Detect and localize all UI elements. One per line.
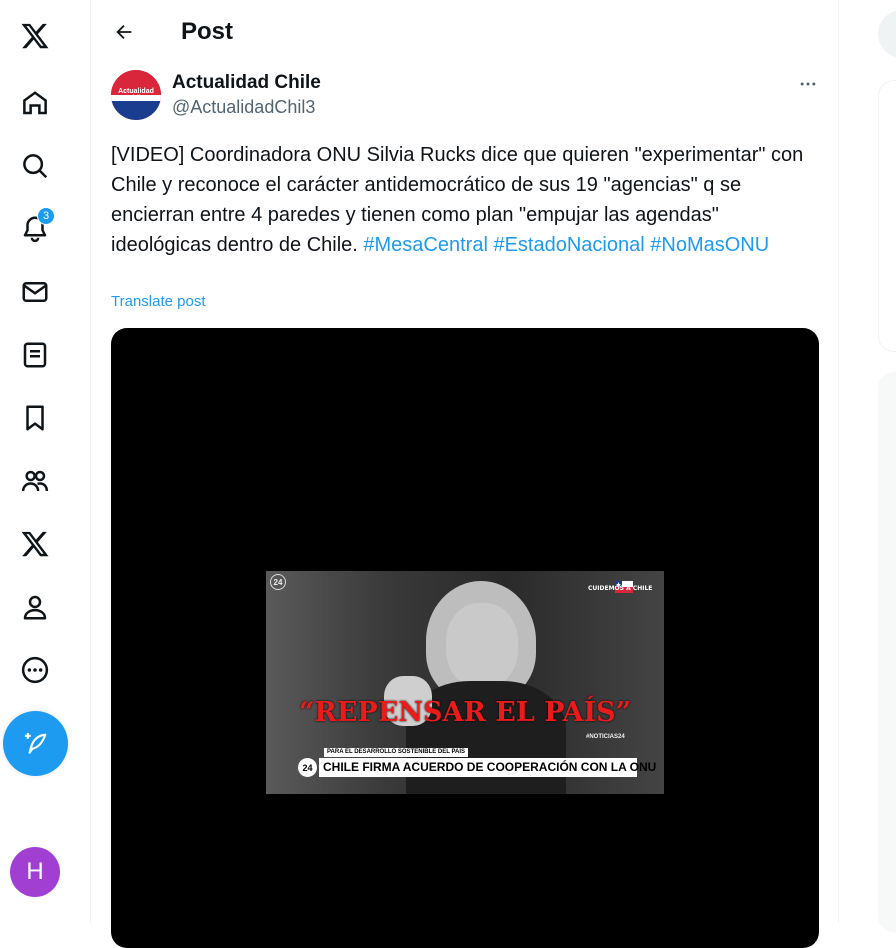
right-card: [878, 80, 896, 352]
author-avatar[interactable]: Actualidad Chile: [111, 70, 161, 120]
post-text: [VIDEO] Coordinadora ONU Silvia Rucks di…: [111, 140, 823, 260]
lower-third-title: CHILE FIRMA ACUERDO DE COOPERACIÓN CON L…: [319, 758, 656, 777]
author-display-name[interactable]: Actualidad Chile: [172, 72, 321, 94]
lower-third-kicker: PARA EL DESARROLLO SOSTENIBLE DEL PAÍS: [324, 748, 469, 757]
account-avatar[interactable]: H: [10, 847, 60, 897]
profile-icon[interactable]: [14, 586, 56, 628]
page-title: Post: [181, 18, 234, 45]
communities-icon[interactable]: [14, 460, 56, 502]
watermark-text: CUIDEMOS A CHILE: [588, 585, 653, 592]
search-input[interactable]: [878, 10, 896, 58]
hashtag-link[interactable]: #EstadoNacional: [493, 234, 644, 256]
explore-icon[interactable]: [14, 145, 56, 187]
left-sidebar: 3 H: [0, 0, 91, 923]
feather-plus-icon: [24, 732, 46, 754]
avatar-logo-text: Actualidad Chile: [118, 88, 154, 102]
author-handle[interactable]: @ActualidadChil3: [172, 97, 315, 118]
hashtag-link[interactable]: #NoMasONU: [650, 234, 769, 256]
video-frame: 24 CUIDEMOS A CHILE “REPENSAR EL PAÍS” #…: [266, 571, 664, 794]
lists-icon[interactable]: [14, 334, 56, 376]
page-header: Post: [91, 0, 839, 64]
lower-third-logo: 24: [298, 758, 317, 777]
bookmarks-icon[interactable]: [14, 397, 56, 439]
premium-x-icon[interactable]: [14, 523, 56, 565]
more-options-icon[interactable]: [14, 649, 56, 691]
messages-icon[interactable]: [14, 271, 56, 313]
notification-count-badge: 3: [37, 207, 55, 225]
post-more-icon[interactable]: [794, 70, 822, 98]
video-headline: “REPENSAR EL PAÍS”: [298, 697, 632, 728]
right-card: [878, 372, 896, 932]
channel-badge: 24: [270, 574, 286, 590]
translate-post-link[interactable]: Translate post: [111, 293, 206, 310]
main-column: Post Actualidad Chile Actualidad Chile @…: [91, 0, 839, 948]
x-logo-icon[interactable]: [14, 15, 56, 57]
hashtag-link[interactable]: #MesaCentral: [363, 234, 488, 256]
video-player[interactable]: 24 CUIDEMOS A CHILE “REPENSAR EL PAÍS” #…: [111, 328, 819, 948]
compose-post-button[interactable]: [3, 711, 68, 776]
back-arrow-icon[interactable]: [109, 17, 139, 47]
video-hashtag: #NOTICIAS24: [586, 734, 625, 740]
home-icon[interactable]: [14, 82, 56, 124]
right-sidebar: [839, 0, 896, 932]
